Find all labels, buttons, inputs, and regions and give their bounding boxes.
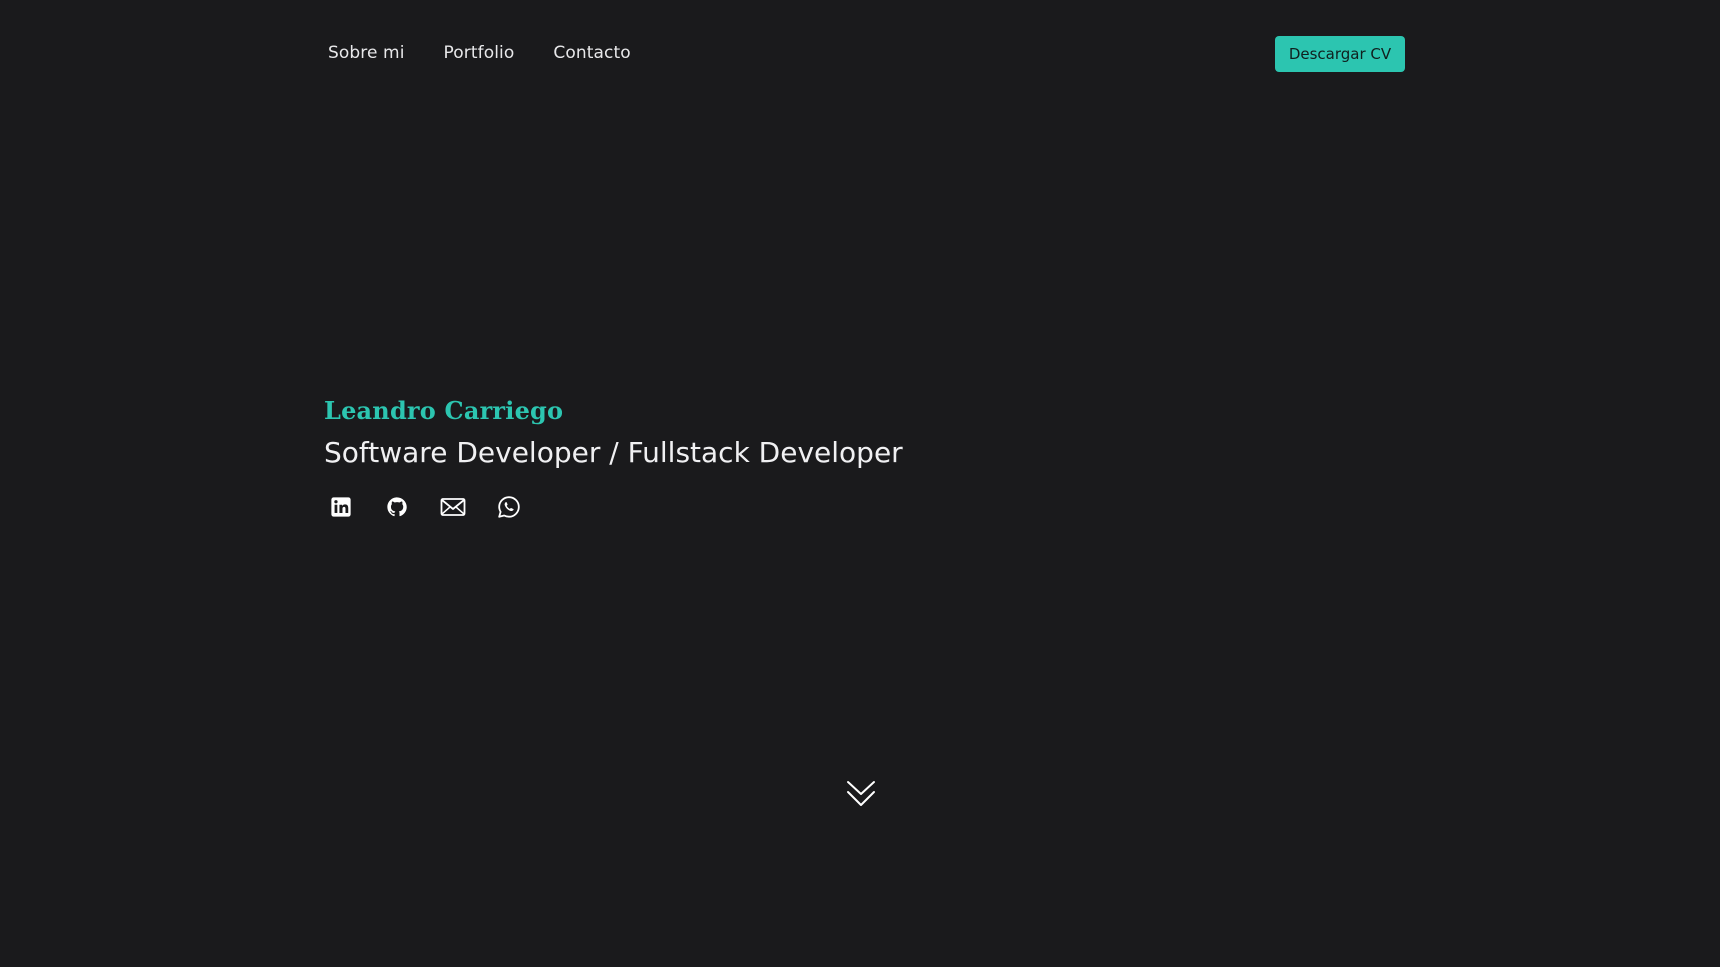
hero-section: Leandro Carriego Software Developer / Fu… bbox=[324, 393, 903, 521]
top-navigation: Sobre mi Portfolio Contacto Descargar CV bbox=[328, 34, 1405, 72]
scroll-down-button[interactable] bbox=[844, 779, 878, 809]
hero-role: Software Developer / Fullstack Developer bbox=[324, 436, 903, 469]
linkedin-link[interactable] bbox=[327, 493, 355, 521]
email-link[interactable] bbox=[439, 493, 467, 521]
github-link[interactable] bbox=[383, 493, 411, 521]
nav-links: Sobre mi Portfolio Contacto bbox=[328, 34, 670, 72]
double-chevron-down-icon bbox=[847, 781, 875, 806]
linkedin-icon bbox=[331, 497, 351, 517]
mail-icon bbox=[440, 498, 466, 516]
nav-link-contacto[interactable]: Contacto bbox=[553, 43, 630, 63]
whatsapp-link[interactable] bbox=[495, 493, 523, 521]
hero-name: Leandro Carriego bbox=[324, 396, 564, 425]
nav-link-sobre-mi[interactable]: Sobre mi bbox=[328, 43, 405, 63]
github-icon bbox=[387, 497, 407, 517]
whatsapp-icon bbox=[498, 496, 520, 518]
social-links bbox=[327, 493, 903, 521]
nav-link-portfolio[interactable]: Portfolio bbox=[444, 43, 515, 63]
download-cv-button[interactable]: Descargar CV bbox=[1275, 36, 1405, 72]
